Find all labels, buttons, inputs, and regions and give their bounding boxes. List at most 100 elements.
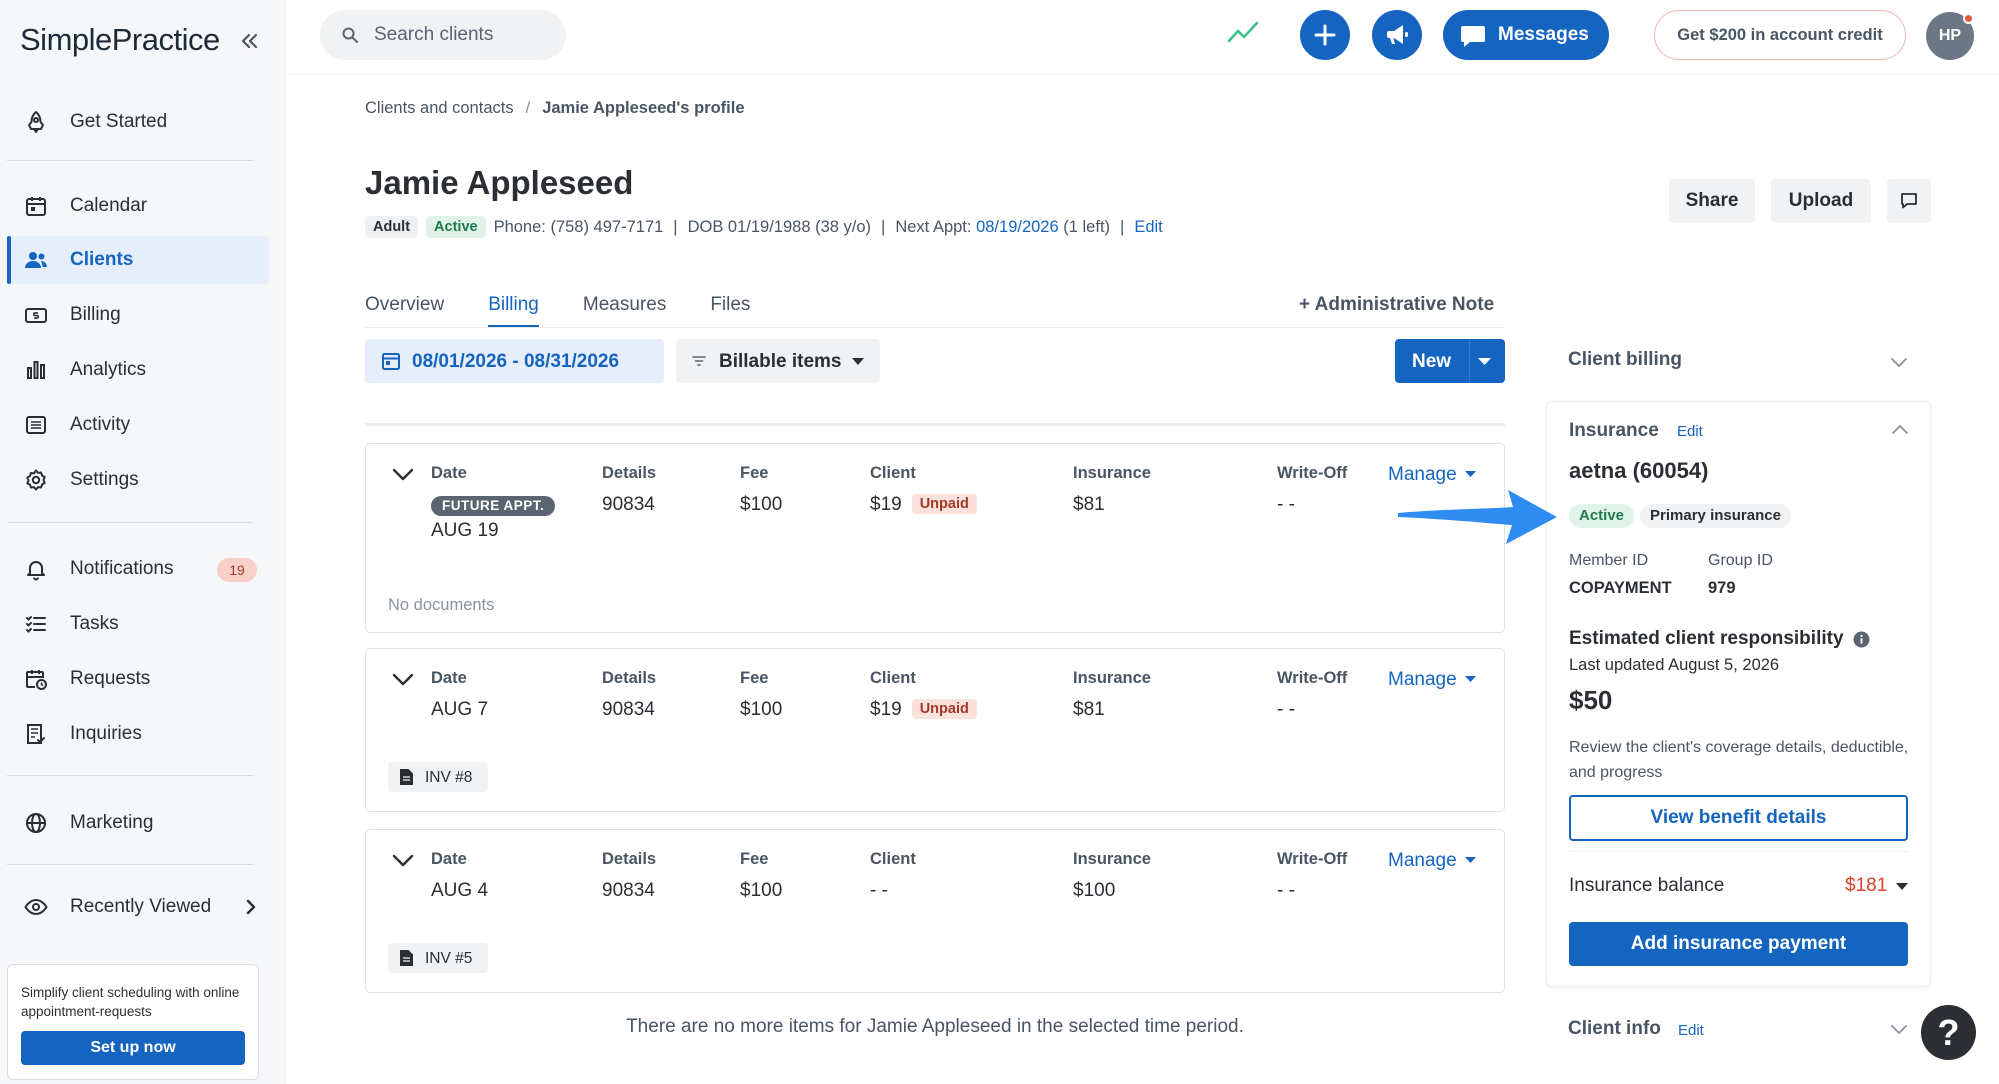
collapse-sidebar-icon[interactable] (236, 28, 262, 54)
sidebar-item-requests[interactable]: Requests (7, 655, 269, 703)
chevron-down-icon[interactable] (391, 466, 415, 482)
sidebar-item-clients[interactable]: Clients (7, 236, 269, 284)
sidebar-item-recently-viewed[interactable]: Recently Viewed (7, 883, 269, 931)
insurance-payer: aetna (60054) (1569, 458, 1709, 483)
member-id-label: Member ID (1569, 552, 1649, 569)
megaphone-icon (1387, 25, 1408, 44)
quick-add-button[interactable] (1300, 10, 1350, 60)
chevron-down-icon[interactable] (1890, 1024, 1908, 1035)
trend-line-icon[interactable] (1226, 18, 1260, 46)
sidebar-item-label: Notifications (70, 558, 174, 579)
breadcrumb-current: Jamie Appleseed's profile (542, 99, 745, 117)
future-appt-badge: FUTURE APPT. (431, 496, 556, 516)
sidebar-item-activity[interactable]: Activity (7, 401, 269, 449)
sidebar-item-notifications[interactable]: Notifications 19 (7, 545, 269, 593)
sidebar-item-label: Analytics (70, 359, 147, 380)
tab-billing[interactable]: Billing (488, 294, 539, 328)
sidebar-item-inquiries[interactable]: Inquiries (7, 710, 269, 758)
gear-icon (24, 468, 48, 492)
group-id-value: 979 (1708, 579, 1736, 597)
item-details: 90834 (602, 494, 655, 515)
edit-client-link[interactable]: Edit (1134, 218, 1162, 237)
filter-icon (692, 355, 706, 367)
client-dob: DOB 01/19/1988 (38 y/o) (687, 217, 872, 236)
date-range-picker[interactable]: 08/01/2026 - 08/31/2026 (365, 339, 664, 383)
billing-item-card: Date FUTURE APPT. AUG 19 Details 90834 F… (365, 443, 1505, 633)
upload-button[interactable]: Upload (1771, 179, 1871, 223)
caret-down-icon[interactable] (1896, 883, 1908, 890)
view-benefit-details-button[interactable]: View benefit details (1569, 795, 1908, 841)
edit-insurance-link[interactable]: Edit (1677, 423, 1703, 440)
chevron-up-icon[interactable] (1891, 424, 1909, 435)
bar-chart-icon (24, 358, 48, 382)
globe-icon (24, 811, 48, 835)
invoice-chip[interactable]: INV #8 (388, 762, 488, 792)
chevron-down-icon[interactable] (391, 852, 415, 868)
manage-dropdown[interactable]: Manage (1388, 669, 1476, 691)
tab-measures[interactable]: Measures (583, 294, 666, 328)
checklist-icon (24, 612, 48, 636)
item-fee: $100 (740, 494, 783, 515)
caret-down-icon[interactable] (1478, 358, 1491, 365)
tab-overview[interactable]: Overview (365, 294, 444, 328)
announcements-button[interactable] (1372, 10, 1422, 60)
item-insurance-amount: $81 (1073, 494, 1105, 515)
sidebar-item-settings[interactable]: Settings (7, 456, 269, 504)
sidebar-item-marketing[interactable]: Marketing (7, 799, 269, 847)
insurance-balance-label: Insurance balance (1569, 875, 1725, 896)
sidebar-item-tasks[interactable]: Tasks (7, 600, 269, 648)
account-credit-button[interactable]: Get $200 in account credit (1654, 10, 1906, 60)
sidebar-item-billing[interactable]: Billing (7, 291, 269, 339)
search-input[interactable] (374, 10, 554, 60)
client-search[interactable] (320, 10, 566, 60)
breadcrumb-clients-link[interactable]: Clients and contacts (365, 99, 514, 117)
insurance-tags: Active Primary insurance (1569, 504, 1791, 528)
edit-client-info-link[interactable]: Edit (1678, 1022, 1704, 1039)
messages-label: Messages (1498, 24, 1589, 45)
sidebar-item-calendar[interactable]: Calendar (7, 182, 269, 230)
col-date-header: Date (431, 850, 467, 868)
next-appt-label: Next Appt: (895, 217, 972, 236)
sidebar-item-label: Marketing (70, 812, 154, 833)
unpaid-badge: Unpaid (911, 494, 977, 514)
chevron-down-icon[interactable] (391, 671, 415, 687)
manage-dropdown[interactable]: Manage (1388, 464, 1476, 486)
client-billing-section-title[interactable]: Client billing (1568, 349, 1682, 371)
app-logo[interactable]: SimplePractice (20, 22, 220, 58)
next-appt-link[interactable]: 08/19/2026 (976, 218, 1059, 237)
breadcrumb-separator: / (525, 99, 531, 117)
messages-button[interactable]: Messages (1443, 10, 1609, 60)
item-client-amount: - - (870, 880, 888, 901)
insurance-balance-value[interactable]: $181 (1845, 875, 1887, 897)
tabs-divider (365, 327, 1505, 328)
invoice-label: INV #8 (425, 769, 473, 786)
invoice-chip[interactable]: INV #5 (388, 943, 488, 973)
info-icon[interactable] (1853, 631, 1870, 648)
dollar-bill-icon (24, 303, 48, 327)
help-button[interactable]: ? (1921, 1005, 1976, 1060)
client-info-section-title[interactable]: Client info (1568, 1018, 1661, 1040)
add-insurance-payment-button[interactable]: Add insurance payment (1569, 922, 1908, 966)
chat-note-button[interactable] (1887, 179, 1931, 223)
manage-dropdown[interactable]: Manage (1388, 850, 1476, 872)
insurance-title: Insurance (1569, 420, 1659, 441)
col-client-header: Client (870, 464, 916, 482)
share-button[interactable]: Share (1669, 179, 1755, 223)
new-button[interactable]: New (1395, 339, 1505, 383)
filter-label: Billable items (719, 351, 842, 372)
tab-files[interactable]: Files (710, 294, 750, 328)
item-fee: $100 (740, 699, 783, 720)
caret-down-icon (852, 358, 864, 365)
set-up-now-button[interactable]: Set up now (21, 1031, 245, 1065)
chevron-down-icon[interactable] (1890, 357, 1908, 368)
billable-items-filter[interactable]: Billable items (676, 339, 880, 383)
client-meta: Adult Active Phone: (758) 497-7171 | DOB… (365, 216, 1163, 238)
search-icon (342, 27, 358, 43)
add-administrative-note-button[interactable]: + Administrative Note (1299, 294, 1494, 316)
chevron-right-icon (241, 895, 261, 919)
sidebar-item-get-started[interactable]: Get Started (7, 98, 269, 146)
sidebar-item-analytics[interactable]: Analytics (7, 346, 269, 394)
header-divider (287, 74, 1999, 75)
sidebar-divider (7, 522, 253, 523)
group-id-label: Group ID (1708, 552, 1773, 569)
